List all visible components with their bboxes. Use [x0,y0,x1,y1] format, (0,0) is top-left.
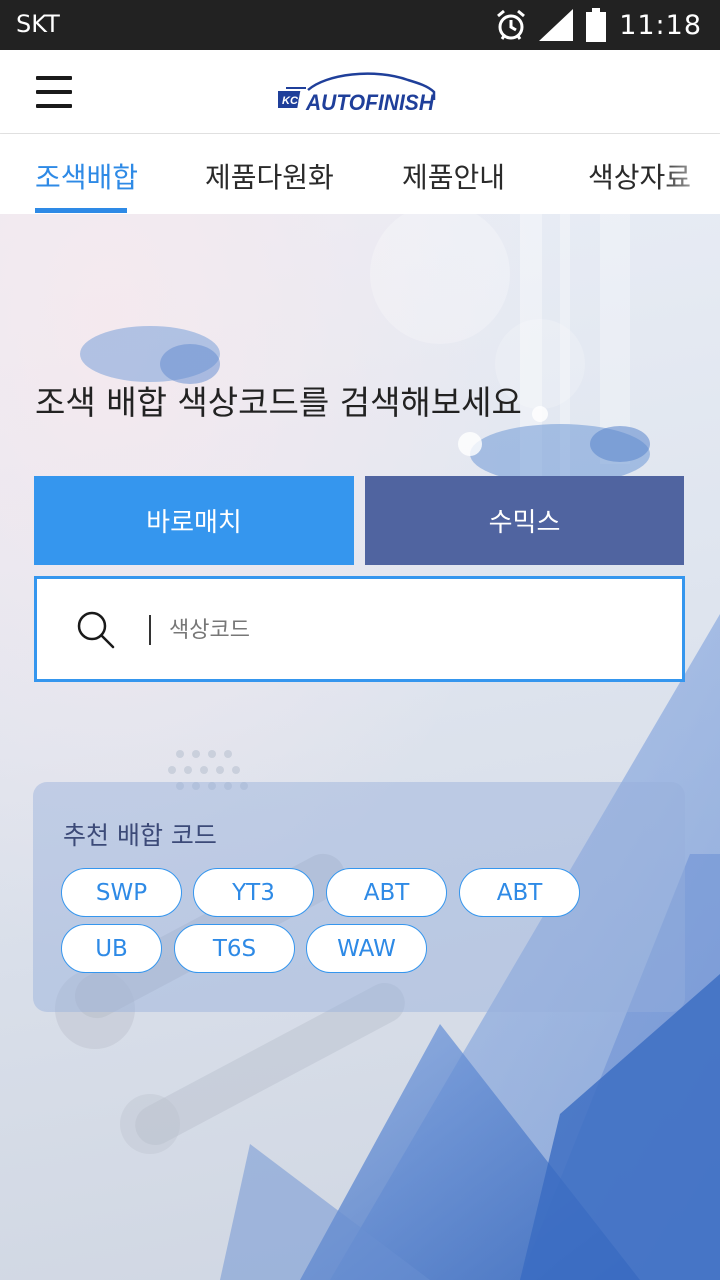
carrier-label: SKT [16,10,60,38]
code-chip[interactable]: SWP [61,868,182,917]
alarm-icon [497,9,526,40]
status-bar: SKT 11:18 [0,0,720,50]
page-headline: 조색 배합 색상코드를 검색해보세요 [35,383,522,422]
baro-match-button[interactable]: 바로매치 [34,476,354,565]
tab-product-diversification[interactable]: 제품다원화 [205,156,334,196]
signal-icon [539,9,574,41]
tab-bar: 조색배합 제품다원화 제품안내 색상자료 [0,134,720,214]
svg-text:KCC: KCC [282,95,307,107]
tab-color-mixing[interactable]: 조색배합 [35,156,138,196]
hamburger-menu-icon[interactable] [30,72,76,112]
active-tab-indicator [35,208,127,213]
code-chip[interactable]: WAW [306,924,427,973]
app-header: KCC AUTOFINISH [0,50,720,134]
recommended-codes-panel: 추천 배합 코드 SWP YT3 ABT ABT UB T6S WAW [33,782,685,1012]
status-icons: 11:18 [495,6,702,44]
clock: 11:18 [619,9,702,41]
kcc-autofinish-logo[interactable]: KCC AUTOFINISH [278,70,438,116]
code-chip[interactable]: T6S [174,924,295,973]
search-box[interactable] [34,576,685,682]
hero-section: 조색 배합 색상코드를 검색해보세요 바로매치 수믹스 추천 배합 코드 SWP… [0,214,720,1280]
code-chip[interactable]: ABT [326,868,447,917]
code-chip[interactable]: ABT [459,868,580,917]
sumix-button[interactable]: 수믹스 [365,476,684,565]
battery-icon [586,8,607,42]
recommended-codes-title: 추천 배합 코드 [63,821,217,850]
tab-scroll-fade [660,134,720,214]
text-caret [149,615,151,645]
search-icon[interactable] [75,609,117,651]
code-chip[interactable]: YT3 [193,868,314,917]
tab-product-guide[interactable]: 제품안내 [402,156,505,196]
hero-background-art [0,214,720,1280]
svg-text:AUTOFINISH: AUTOFINISH [305,90,435,115]
color-code-search-input[interactable] [169,605,649,655]
code-chip[interactable]: UB [61,924,162,973]
